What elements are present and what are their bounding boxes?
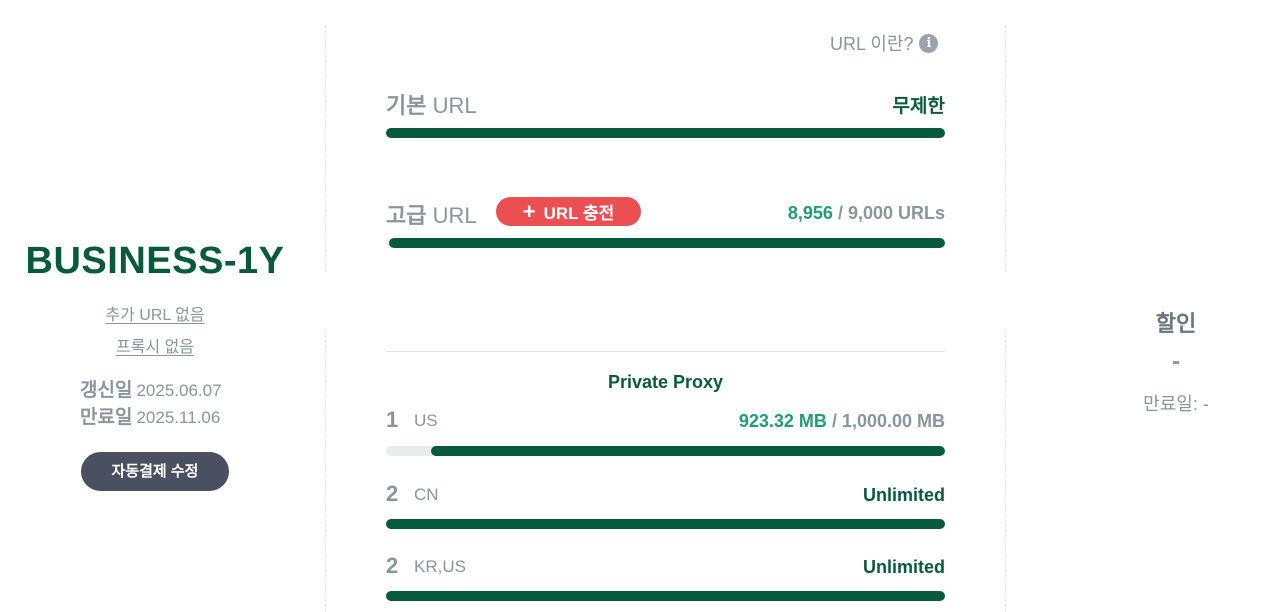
discount-expire: 만료일: - — [1006, 390, 1281, 416]
proxy-region: CN — [414, 485, 439, 504]
column-divider — [1005, 25, 1006, 272]
section-divider — [386, 351, 945, 352]
premium-url-total: / 9,000 URLs — [837, 203, 945, 223]
basic-url-progress — [386, 128, 945, 138]
proxy-unlimited: Unlimited — [862, 485, 945, 505]
proxy-region: US — [414, 411, 438, 430]
url-charge-label: URL 충전 — [543, 204, 615, 223]
premium-url-progress — [386, 238, 945, 248]
proxy-count: 1 — [386, 407, 399, 432]
proxy-progress — [386, 446, 945, 456]
proxy-section-title: Private Proxy — [607, 372, 724, 392]
url-help-text[interactable]: URL 이란? — [830, 30, 913, 56]
discount-expire-label: 만료일 — [1143, 394, 1193, 414]
basic-url-label-en: URL — [432, 93, 477, 118]
proxy-count: 2 — [386, 553, 399, 578]
plan-name: BUSINESS-1Y — [25, 240, 285, 282]
url-charge-button[interactable]: + URL 충전 — [496, 197, 641, 226]
basic-url-label-ko: 기본 — [386, 93, 427, 118]
renew-label: 갱신일 — [80, 380, 133, 401]
renew-date: 2025.06.07 — [136, 381, 222, 400]
column-divider — [325, 25, 326, 272]
proxy-used: 923.32 MB — [738, 411, 827, 431]
proxy-link[interactable]: 프록시 없음 — [0, 333, 310, 357]
expire-label: 만료일 — [80, 407, 133, 428]
expire-date: 2025.11.06 — [136, 408, 221, 427]
proxy-unlimited: Unlimited — [862, 557, 945, 577]
proxy-region: KR,US — [414, 557, 466, 576]
premium-url-label: 고급 URL — [386, 198, 477, 230]
url-help[interactable]: URL 이란? i — [830, 30, 939, 56]
proxy-usage: 923.32 MB / 1,000.00 MB — [739, 411, 945, 432]
info-icon[interactable]: i — [919, 33, 939, 53]
proxy-total: / 1,000.00 MB — [831, 411, 945, 431]
proxy-count: 2 — [386, 481, 399, 506]
proxy-progress-fill — [430, 446, 945, 456]
premium-url-label-ko: 고급 — [386, 203, 427, 228]
discount-expire-value: : - — [1192, 394, 1209, 414]
premium-url-usage: 8,956 / 9,000 URLs — [788, 203, 945, 224]
extra-url-link[interactable]: 추가 URL 없음 — [0, 301, 310, 325]
renew-date-row: 갱신일 2025.06.07 — [80, 375, 222, 402]
proxy-progress — [386, 591, 945, 601]
premium-url-used: 8,956 — [787, 203, 833, 223]
edit-autopay-button[interactable]: 자동결제 수정 — [81, 452, 229, 491]
proxy-progress — [386, 519, 945, 529]
column-divider — [325, 330, 326, 612]
discount-title: 할인 — [1155, 311, 1197, 336]
discount-value: - — [1172, 348, 1180, 375]
premium-url-label-en: URL — [432, 203, 477, 228]
basic-url-label: 기본 URL — [386, 88, 477, 120]
plus-icon: + — [522, 198, 536, 224]
premium-url-progress-fill — [388, 238, 945, 248]
basic-url-value: 무제한 — [892, 96, 945, 117]
expire-date-row: 만료일 2025.11.06 — [80, 402, 220, 429]
